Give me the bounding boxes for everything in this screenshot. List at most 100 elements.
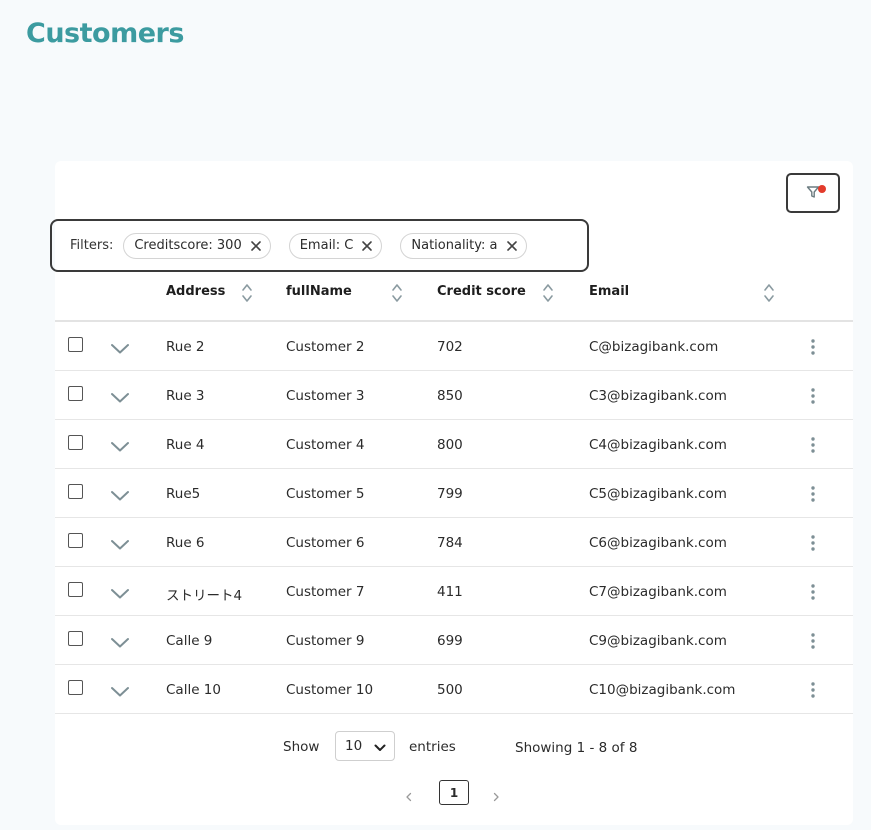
cell-email: C10@bizagibank.com — [589, 682, 736, 698]
cell-email: C3@bizagibank.com — [589, 388, 727, 404]
cell-fullname: Customer 6 — [286, 535, 365, 551]
page-title: Customers — [26, 18, 184, 49]
column-header-address: Address — [166, 284, 226, 299]
kebab-menu-icon[interactable] — [810, 583, 816, 605]
table-header: Address fullName Credit score Email — [55, 275, 853, 322]
cell-email: C5@bizagibank.com — [589, 486, 727, 502]
filters-label: Filters: — [70, 238, 114, 253]
kebab-menu-icon[interactable] — [810, 436, 816, 458]
cell-credit-score: 500 — [437, 682, 463, 698]
filter-toggle-button[interactable] — [786, 173, 840, 213]
table-row[interactable]: Rue5 Customer 5 799 C5@bizagibank.com — [55, 469, 853, 518]
close-icon[interactable] — [506, 240, 518, 252]
chevron-down-icon[interactable] — [110, 340, 130, 359]
chevron-down-icon — [374, 741, 386, 757]
kebab-menu-icon[interactable] — [810, 338, 816, 360]
sort-icon[interactable] — [763, 281, 775, 309]
sort-icon[interactable] — [241, 281, 253, 309]
filter-chip-email: Email: C — [288, 232, 383, 259]
cell-credit-score: 411 — [437, 584, 463, 600]
chevron-down-icon[interactable] — [110, 683, 130, 702]
cell-email: C@bizagibank.com — [589, 339, 719, 355]
cell-address: Rue 4 — [166, 437, 205, 453]
row-checkbox[interactable] — [68, 435, 83, 450]
cell-fullname: Customer 9 — [286, 633, 365, 649]
next-page-button[interactable] — [492, 787, 500, 806]
entries-per-page-select[interactable]: 10 — [335, 731, 395, 761]
entries-per-page-value: 10 — [345, 738, 363, 754]
cell-credit-score: 784 — [437, 535, 463, 551]
kebab-menu-icon[interactable] — [810, 387, 816, 409]
row-checkbox[interactable] — [68, 337, 83, 352]
table-row[interactable]: Calle 10 Customer 10 500 C10@bizagibank.com — [55, 665, 853, 714]
row-checkbox[interactable] — [68, 680, 83, 695]
cell-address: Rue 2 — [166, 339, 205, 355]
table-row[interactable]: Rue 3 Customer 3 850 C3@bizagibank.com — [55, 371, 853, 420]
customers-card: Filters: Creditscore: 300 Email: C Natio… — [50, 161, 853, 825]
chevron-down-icon[interactable] — [110, 536, 130, 555]
table-row[interactable]: Rue 6 Customer 6 784 C6@bizagibank.com — [55, 518, 853, 567]
cell-credit-score: 799 — [437, 486, 463, 502]
cell-credit-score: 850 — [437, 388, 463, 404]
sort-icon[interactable] — [542, 281, 554, 309]
chevron-down-icon[interactable] — [110, 487, 130, 506]
kebab-menu-icon[interactable] — [810, 534, 816, 556]
table-row[interactable]: Rue 4 Customer 4 800 C4@bizagibank.com — [55, 420, 853, 469]
table-row[interactable]: Rue 2 Customer 2 702 C@bizagibank.com — [55, 322, 853, 371]
kebab-menu-icon[interactable] — [810, 681, 816, 703]
cell-address: ストリート4 — [166, 588, 243, 604]
row-checkbox[interactable] — [68, 631, 83, 646]
row-checkbox[interactable] — [68, 582, 83, 597]
table-body: Rue 2 Customer 2 702 C@bizagibank.com Rue 3 C… — [55, 322, 853, 714]
filter-chip-label: Nationality: a — [411, 238, 498, 253]
close-icon[interactable] — [250, 240, 262, 252]
filter-chip-label: Email: C — [299, 238, 354, 253]
filter-active-indicator — [818, 185, 826, 193]
chevron-right-icon — [492, 787, 500, 806]
cell-email: C9@bizagibank.com — [589, 633, 727, 649]
chevron-down-icon[interactable] — [110, 389, 130, 408]
row-checkbox[interactable] — [68, 484, 83, 499]
cell-address: Calle 9 — [166, 633, 213, 649]
cell-fullname: Customer 3 — [286, 388, 365, 404]
cell-fullname: Customer 5 — [286, 486, 365, 502]
cell-credit-score: 702 — [437, 339, 463, 355]
column-header-email: Email — [589, 284, 630, 299]
column-header-credit-score: Credit score — [437, 284, 526, 299]
show-label: Show — [283, 739, 320, 755]
cell-fullname: Customer 2 — [286, 339, 365, 355]
cell-address: Rue 3 — [166, 388, 205, 404]
page-button-1[interactable]: 1 — [439, 780, 469, 805]
table-row[interactable]: Calle 9 Customer 9 699 C9@bizagibank.com — [55, 616, 853, 665]
cell-fullname: Customer 10 — [286, 682, 374, 698]
filter-chip-label: Creditscore: 300 — [134, 238, 242, 253]
cell-credit-score: 699 — [437, 633, 463, 649]
close-icon[interactable] — [361, 240, 373, 252]
cell-address: Calle 10 — [166, 682, 221, 698]
chevron-left-icon — [405, 787, 413, 806]
cell-address: Rue5 — [166, 486, 201, 502]
active-filters-bar: Filters: Creditscore: 300 Email: C Natio… — [50, 219, 589, 272]
table-footer: Show 10 entries Showing 1 - 8 of 8 — [55, 731, 853, 771]
row-checkbox[interactable] — [68, 386, 83, 401]
entries-label: entries — [409, 739, 456, 755]
cell-email: C4@bizagibank.com — [589, 437, 727, 453]
chevron-down-icon[interactable] — [110, 634, 130, 653]
kebab-menu-icon[interactable] — [810, 632, 816, 654]
cell-email: C7@bizagibank.com — [589, 584, 727, 600]
filter-chip-creditscore: Creditscore: 300 — [123, 232, 271, 259]
chevron-down-icon[interactable] — [110, 438, 130, 457]
chevron-down-icon[interactable] — [110, 585, 130, 604]
cell-credit-score: 800 — [437, 437, 463, 453]
cell-address: Rue 6 — [166, 535, 205, 551]
column-header-fullname: fullName — [286, 284, 352, 299]
kebab-menu-icon[interactable] — [810, 485, 816, 507]
filter-chip-nationality: Nationality: a — [400, 232, 527, 259]
customers-table: Address fullName Credit score Email Rue … — [55, 275, 853, 714]
previous-page-button[interactable] — [405, 787, 413, 806]
sort-icon[interactable] — [391, 281, 403, 309]
cell-fullname: Customer 7 — [286, 584, 365, 600]
row-checkbox[interactable] — [68, 533, 83, 548]
cell-email: C6@bizagibank.com — [589, 535, 727, 551]
table-row[interactable]: ストリート4 Customer 7 411 C7@bizagibank.com — [55, 567, 853, 616]
